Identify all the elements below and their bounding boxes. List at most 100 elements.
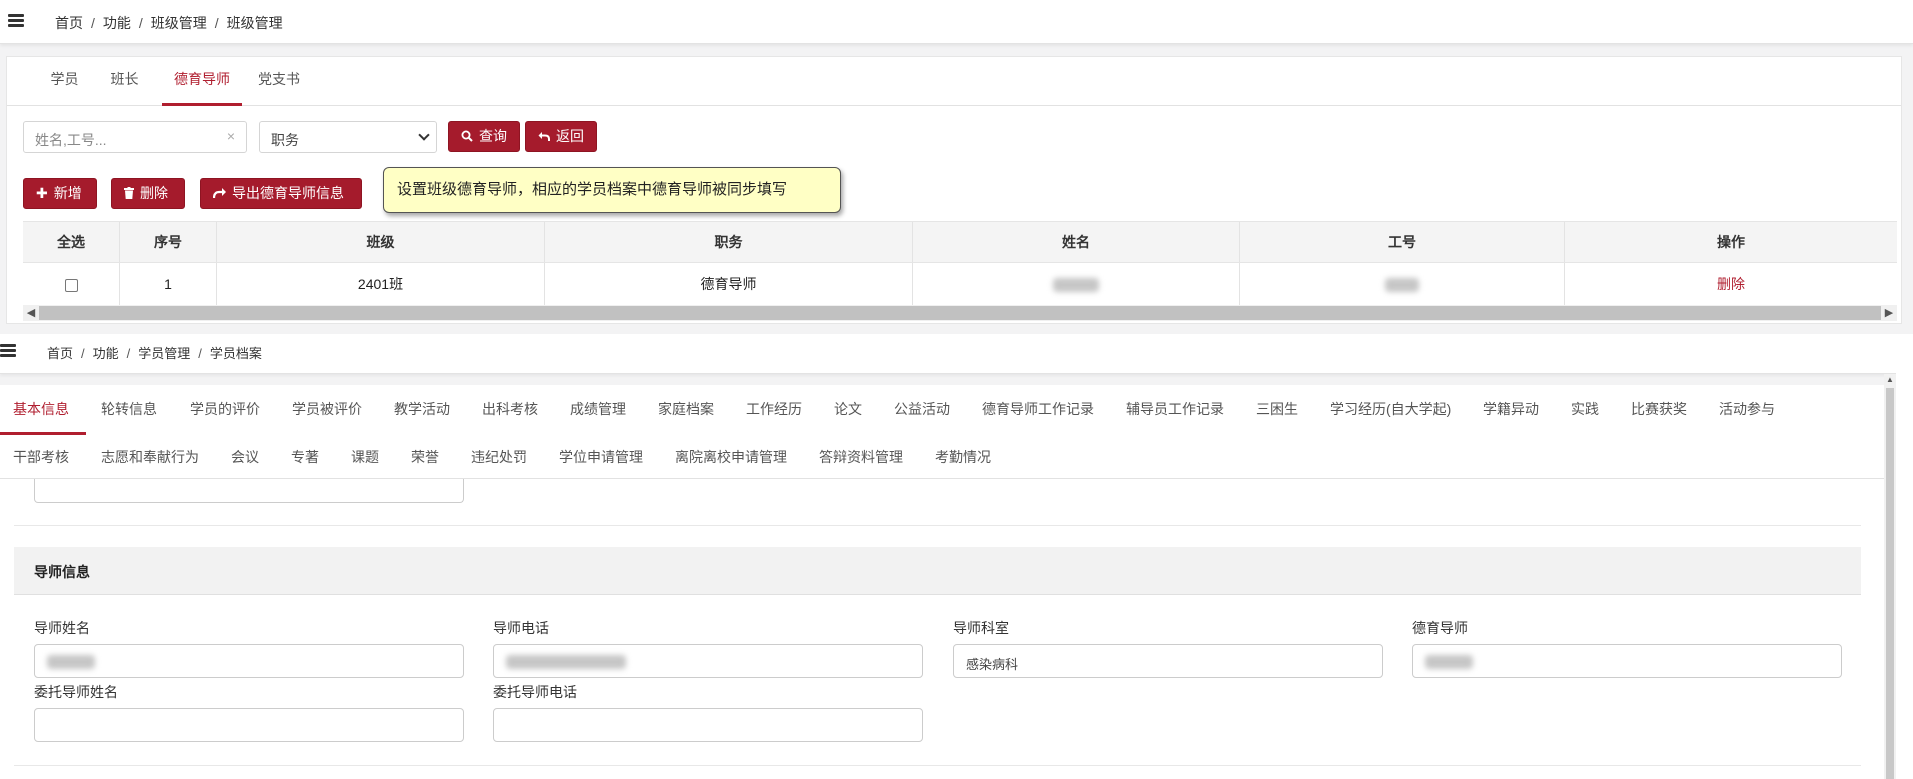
student-record-tabs: 基本信息 轮转信息 学员的评价 学员被评价 教学活动 出科考核 成绩管理 家庭档…	[0, 385, 1884, 479]
menu-icon[interactable]	[0, 344, 16, 357]
column-header-role: 职务	[545, 222, 913, 262]
tab-monitor[interactable]: 班长	[97, 57, 152, 106]
tab-leave-application[interactable]: 离院离校申请管理	[675, 447, 787, 467]
search-input[interactable]: 姓名,工号... ×	[23, 121, 247, 153]
menu-icon[interactable]	[8, 14, 24, 27]
breadcrumb-item[interactable]: 学员管理	[138, 346, 190, 361]
breadcrumb-item[interactable]: 功能	[93, 346, 119, 361]
proxy-mentor-name-field[interactable]	[34, 708, 464, 742]
tab-public-welfare[interactable]: 公益活动	[894, 399, 950, 419]
mentor-name-label: 导师姓名	[34, 620, 90, 636]
mentor-dept-label: 导师科室	[953, 620, 1009, 636]
query-button[interactable]: 查询	[448, 121, 520, 152]
tab-rotation-info[interactable]: 轮转信息	[101, 399, 157, 419]
mentor-dept-value: 感染病科	[966, 657, 1019, 672]
table-row: 1 2401班 德育导师 删除	[23, 263, 1897, 307]
row-job-no-redacted	[1240, 263, 1565, 306]
proxy-mentor-phone-label: 委托导师电话	[493, 684, 577, 700]
row-delete-link[interactable]: 删除	[1717, 276, 1745, 292]
tab-party-secretary[interactable]: 党支书	[249, 57, 309, 106]
tab-practice[interactable]: 实践	[1571, 399, 1599, 419]
section-divider	[14, 765, 1861, 766]
scroll-up-icon[interactable]: ▲	[1884, 374, 1896, 386]
mentor-name-field[interactable]	[34, 644, 464, 678]
tab-work-experience[interactable]: 工作经历	[746, 399, 802, 419]
role-select[interactable]: 职务	[259, 121, 437, 153]
row-class: 2401班	[217, 263, 545, 306]
tab-cadre-assessment[interactable]: 干部考核	[13, 447, 69, 467]
redacted-value	[47, 655, 95, 669]
section-divider	[14, 525, 1861, 526]
tab-defense-materials[interactable]: 答辩资料管理	[819, 447, 903, 467]
tab-volunteer[interactable]: 志愿和奉献行为	[101, 447, 199, 467]
table-header-row: 全选 序号 班级 职务 姓名 工号 操作	[23, 221, 1897, 263]
breadcrumb-item[interactable]: 班级管理	[151, 15, 207, 31]
redacted-job-no	[1385, 278, 1419, 293]
tab-moral-mentor[interactable]: 德育导师	[162, 57, 242, 106]
breadcrumb-item[interactable]: 首页	[55, 15, 83, 31]
tab-status-changes[interactable]: 学籍异动	[1483, 399, 1539, 419]
breadcrumb-item[interactable]: 首页	[47, 346, 73, 361]
tab-teaching-activities[interactable]: 教学活动	[394, 399, 450, 419]
redacted-name	[1053, 278, 1099, 293]
tab-projects[interactable]: 课题	[351, 447, 379, 467]
scrollbar-thumb[interactable]	[1886, 388, 1894, 779]
search-placeholder: 姓名,工号...	[35, 132, 107, 148]
share-icon	[212, 179, 226, 208]
tab-attendance[interactable]: 考勤情况	[935, 447, 991, 467]
vertical-scrollbar[interactable]: ▲	[1884, 374, 1896, 779]
breadcrumb-item[interactable]: 功能	[103, 15, 131, 31]
tab-discipline[interactable]: 违纪处罚	[471, 447, 527, 467]
scroll-right-icon[interactable]: ▶	[1881, 305, 1897, 321]
mentor-dept-field[interactable]: 感染病科	[953, 644, 1383, 678]
role-select-value: 职务	[271, 132, 299, 148]
partial-input-field[interactable]	[34, 479, 464, 503]
tab-learning-history[interactable]: 学习经历(自大学起)	[1330, 399, 1451, 419]
add-label: 新增	[53, 185, 82, 201]
tab-student-evaluation[interactable]: 学员的评价	[190, 399, 260, 419]
tab-papers[interactable]: 论文	[834, 399, 862, 419]
back-label: 返回	[556, 128, 584, 144]
right-margin	[1896, 334, 1913, 779]
tab-activity-participation[interactable]: 活动参与	[1719, 399, 1775, 419]
horizontal-scrollbar[interactable]: ◀ ▶	[23, 305, 1897, 321]
tab-grade-management[interactable]: 成绩管理	[570, 399, 626, 419]
plus-icon: ✚	[36, 185, 48, 201]
proxy-mentor-phone-field[interactable]	[493, 708, 923, 742]
tab-counselor-records[interactable]: 辅导员工作记录	[1126, 399, 1224, 419]
mentor-info-section-header: 导师信息	[14, 547, 1861, 595]
row-checkbox[interactable]	[64, 278, 78, 292]
row-role: 德育导师	[545, 263, 913, 306]
proxy-mentor-name-label: 委托导师姓名	[34, 684, 118, 700]
tab-meetings[interactable]: 会议	[231, 447, 259, 467]
delete-label: 删除	[140, 185, 168, 201]
tab-student-evaluated[interactable]: 学员被评价	[292, 399, 362, 419]
delete-button[interactable]: 删除	[111, 178, 185, 209]
tab-honors[interactable]: 荣誉	[411, 447, 439, 467]
scroll-left-icon[interactable]: ◀	[23, 305, 39, 321]
tab-basic-info[interactable]: 基本信息	[13, 399, 69, 419]
moral-mentor-field[interactable]	[1412, 644, 1842, 678]
column-header-action: 操作	[1717, 234, 1745, 250]
tab-family-records[interactable]: 家庭档案	[658, 399, 714, 419]
breadcrumb: 首页 / 功能 / 学员管理 / 学员档案	[47, 346, 262, 361]
tab-moral-mentor-records[interactable]: 德育导师工作记录	[982, 399, 1094, 419]
trash-icon	[124, 179, 134, 208]
search-icon	[461, 122, 473, 151]
mentor-phone-label: 导师电话	[493, 620, 549, 636]
mentor-phone-field[interactable]	[493, 644, 923, 678]
export-moral-mentor-button[interactable]: 导出德育导师信息	[200, 178, 362, 209]
tab-hardship-students[interactable]: 三困生	[1256, 399, 1298, 419]
clear-icon[interactable]: ×	[227, 128, 235, 144]
tab-student[interactable]: 学员	[37, 57, 92, 106]
tab-monographs[interactable]: 专著	[291, 447, 319, 467]
tab-degree-application[interactable]: 学位申请管理	[559, 447, 643, 467]
scrollbar-thumb[interactable]	[39, 306, 1881, 320]
tab-competition-awards[interactable]: 比赛获奖	[1631, 399, 1687, 419]
column-header-select-all[interactable]: 全选	[23, 222, 120, 262]
add-button[interactable]: ✚ 新增	[23, 178, 97, 209]
redacted-value	[1425, 655, 1473, 669]
back-button[interactable]: 返回	[525, 121, 597, 152]
tab-dept-exam[interactable]: 出科考核	[482, 399, 538, 419]
basic-info-content: 导师信息 导师姓名 导师电话 导师科室 感染病科 德育导师 委托导师姓名 委托导…	[0, 479, 1884, 779]
